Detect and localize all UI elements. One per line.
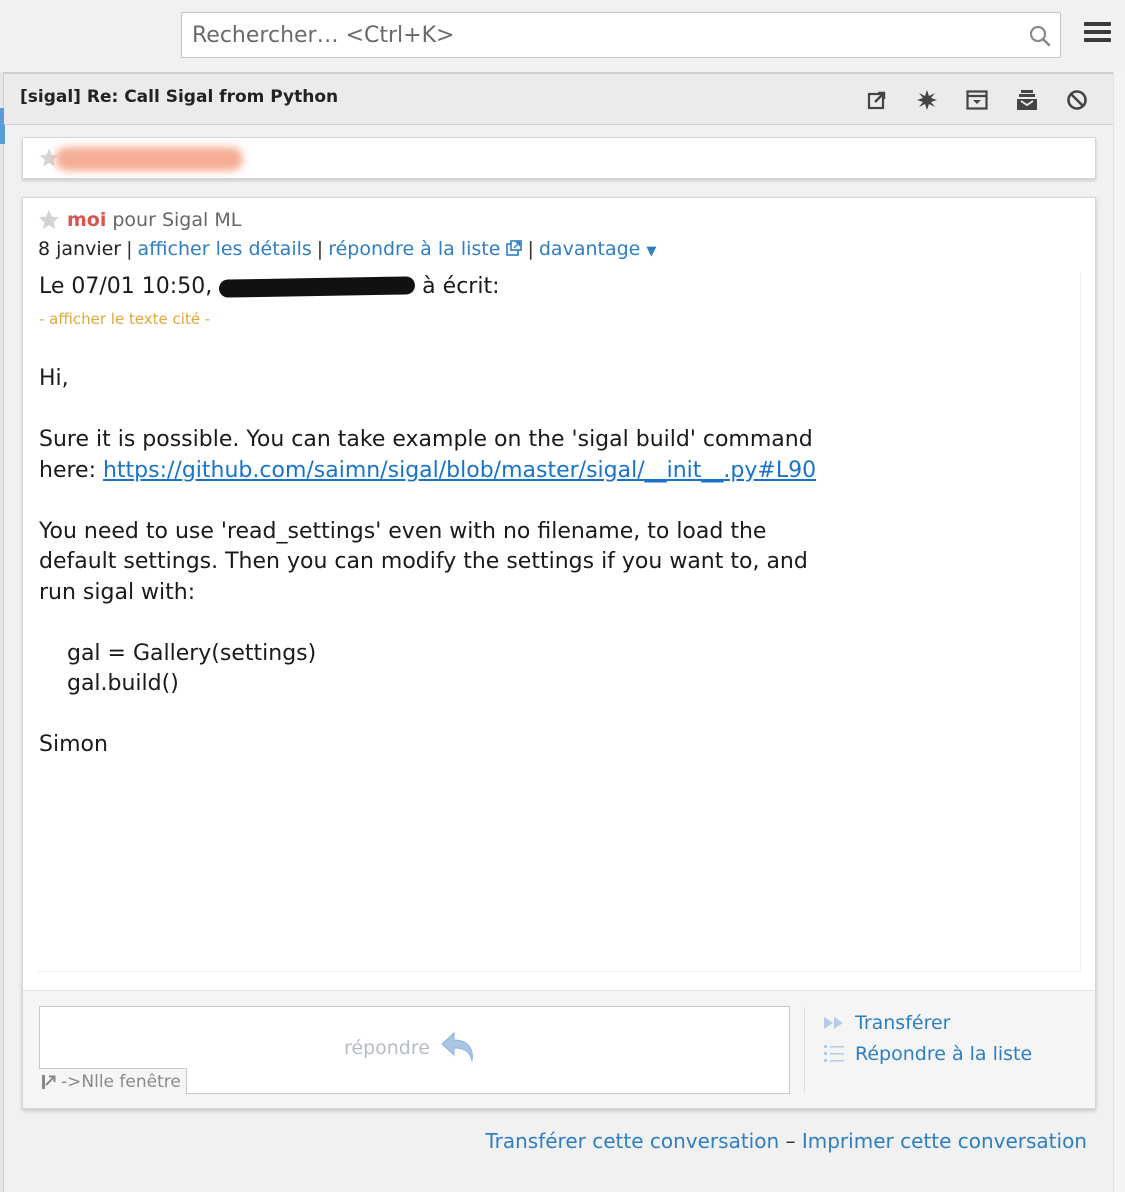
new-window-button[interactable]: ->Nlle fenêtre bbox=[39, 1068, 187, 1095]
divider bbox=[804, 1007, 805, 1093]
quote-header-suffix: à écrit: bbox=[415, 274, 500, 299]
conversation-subject: [sigal] Re: Call Sigal from Python bbox=[20, 87, 339, 107]
dropdown-arrow-icon: ▼ bbox=[646, 244, 657, 259]
archive-icon[interactable] bbox=[965, 88, 989, 112]
message-header: moi pour Sigal ML bbox=[37, 206, 241, 234]
block-icon[interactable] bbox=[1065, 88, 1089, 112]
reply-arrow-icon bbox=[441, 1031, 473, 1062]
conversation-header: [sigal] Re: Call Sigal from Python bbox=[4, 72, 1113, 125]
signature: Simon bbox=[39, 732, 108, 757]
reply-side-actions: Transférer Répondre à la liste bbox=[823, 1007, 1032, 1069]
reply-to-list-button[interactable]: Répondre à la liste bbox=[823, 1038, 1032, 1069]
left-panel-edge bbox=[0, 72, 4, 1192]
hamburger-menu-icon[interactable] bbox=[1084, 22, 1111, 46]
sender-name[interactable]: moi bbox=[67, 209, 106, 231]
more-menu-label: davantage bbox=[538, 238, 641, 260]
github-link[interactable]: https://github.com/saimn/sigal/blob/mast… bbox=[103, 458, 816, 483]
message-date: 8 janvier bbox=[38, 238, 122, 260]
footer-separator: – bbox=[785, 1129, 796, 1153]
quote-header: Le 07/01 10:50, à écrit: bbox=[39, 272, 1080, 303]
forward-icon bbox=[824, 1016, 843, 1029]
reply-to-list-label: Répondre à la liste bbox=[855, 1042, 1033, 1065]
message-body: Le 07/01 10:50, à écrit: - afficher le t… bbox=[37, 272, 1080, 761]
print-conversation-link[interactable]: Imprimer cette conversation bbox=[802, 1129, 1087, 1153]
code-line: gal = Gallery(settings) bbox=[39, 640, 317, 666]
reply-placeholder: répondre bbox=[344, 1037, 430, 1059]
body-line: Sure it is possible. You can take exampl… bbox=[39, 427, 813, 452]
body-line: You need to use 'read_settings' even wit… bbox=[39, 518, 767, 544]
message-body-frame: Le 07/01 10:50, à écrit: - afficher le t… bbox=[37, 272, 1081, 972]
reply-area: répondre ->Nlle fenêtre Transférer Répon… bbox=[23, 990, 1095, 1108]
inbox-stack-icon[interactable] bbox=[1015, 88, 1039, 112]
forward-label: Transférer bbox=[855, 1011, 951, 1034]
show-details-link[interactable]: afficher les détails bbox=[138, 238, 312, 260]
scrollbar[interactable] bbox=[1113, 72, 1125, 1192]
redacted-sender bbox=[55, 147, 243, 171]
quote-header-prefix: Le 07/01 10:50, bbox=[39, 274, 220, 299]
top-bar bbox=[0, 0, 1125, 72]
star-icon[interactable] bbox=[37, 208, 61, 232]
open-in-new-icon[interactable] bbox=[865, 88, 889, 112]
burst-icon[interactable] bbox=[915, 88, 939, 112]
body-line: here: https://github.com/saimn/sigal/blo… bbox=[39, 456, 1080, 487]
more-menu-link[interactable]: davantage ▼ bbox=[539, 238, 657, 260]
new-window-icon bbox=[42, 1075, 56, 1089]
code-line: gal.build() bbox=[39, 671, 179, 696]
new-window-label: ->Nlle fenêtre bbox=[61, 1072, 181, 1092]
reply-list-link-label: répondre à la liste bbox=[328, 238, 501, 260]
redacted-author bbox=[219, 276, 416, 298]
quick-reply-box[interactable]: répondre ->Nlle fenêtre bbox=[39, 1006, 790, 1095]
body-text: here: bbox=[39, 457, 103, 483]
search-input[interactable] bbox=[192, 13, 1012, 57]
search-icon[interactable] bbox=[1028, 24, 1052, 48]
forward-button[interactable]: Transférer bbox=[823, 1007, 1032, 1038]
message-meta: 8 janvier | afficher les détails | répondre … bbox=[38, 238, 657, 260]
body-line: default settings. Then you can modify th… bbox=[39, 549, 808, 574]
from-line: moi pour Sigal ML bbox=[37, 206, 241, 234]
search-box[interactable] bbox=[181, 12, 1061, 58]
body-greeting: Hi, bbox=[39, 366, 69, 391]
conversation-footer: Transférer cette conversation – Imprimer… bbox=[485, 1129, 1087, 1153]
list-icon bbox=[824, 1044, 844, 1062]
external-window-icon bbox=[506, 240, 523, 256]
collapsed-message[interactable] bbox=[22, 137, 1096, 179]
recipient-text: pour Sigal ML bbox=[112, 209, 242, 231]
expanded-message: moi pour Sigal ML 8 janvier | afficher les… bbox=[22, 197, 1096, 1109]
forward-conversation-link[interactable]: Transférer cette conversation bbox=[485, 1129, 779, 1153]
show-quoted-text-toggle[interactable]: - afficher le texte cité - bbox=[39, 304, 1080, 335]
conversation-toolbar bbox=[865, 88, 1089, 112]
body-line: run sigal with: bbox=[39, 579, 196, 605]
reply-list-link[interactable]: répondre à la liste bbox=[328, 238, 523, 260]
